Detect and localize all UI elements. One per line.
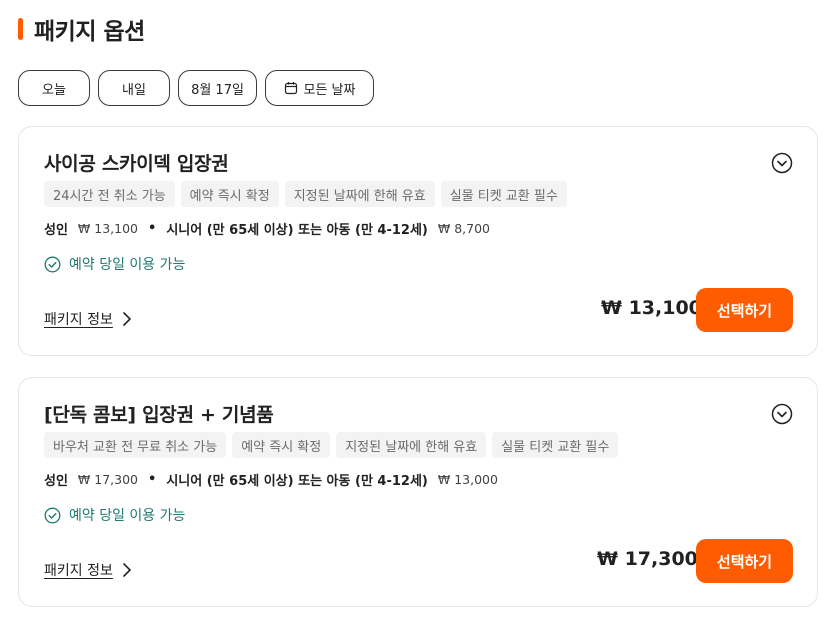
tag: 예약 즉시 확정: [232, 432, 331, 458]
adult-label: 성인: [44, 223, 68, 238]
check-circle-icon: [44, 256, 61, 272]
chevron-right-icon: [123, 563, 131, 577]
package-card: [단독 콤보] 입장권 + 기념품 바우처 교환 전 무료 취소 가능 예약 즉…: [18, 377, 818, 607]
select-button[interactable]: 선택하기: [696, 539, 793, 583]
tag: 24시간 전 취소 가능: [44, 181, 175, 207]
check-circle-icon: [44, 507, 61, 523]
package-tags: 바우처 교환 전 무료 취소 가능 예약 즉시 확정 지정된 날짜에 한해 유효…: [44, 432, 619, 458]
tag: 바우처 교환 전 무료 취소 가능: [44, 432, 227, 458]
chevron-down-icon[interactable]: [771, 152, 793, 174]
senior-label: 시니어 (만 65세 이상) 또는 아동 (만 4-12세): [166, 474, 428, 489]
same-day-availability: 예약 당일 이용 가능: [44, 505, 185, 525]
price-separator: •: [148, 221, 157, 236]
calendar-icon: [284, 81, 298, 95]
date-chip-today[interactable]: 오늘: [18, 70, 90, 106]
select-button[interactable]: 선택하기: [696, 288, 793, 332]
adult-label: 성인: [44, 474, 68, 489]
date-chip-label: 오늘: [42, 82, 66, 98]
package-info-label: 패키지 정보: [44, 563, 113, 579]
package-title: 사이공 스카이덱 입장권: [44, 153, 229, 175]
tag: 지정된 날짜에 한해 유효: [336, 432, 487, 458]
date-chip-label: 모든 날짜: [303, 82, 356, 98]
accent-bar: [18, 18, 23, 40]
section-header: 패키지 옵션: [18, 14, 145, 45]
same-day-text: 예약 당일 이용 가능: [69, 508, 186, 524]
chevron-down-icon[interactable]: [771, 403, 793, 425]
same-day-text: 예약 당일 이용 가능: [69, 257, 186, 273]
date-chip-label: 8월 17일: [191, 82, 244, 98]
senior-price: ₩ 8,700: [437, 221, 490, 236]
chevron-right-icon: [123, 312, 131, 326]
total-price: ₩ 13,100: [601, 297, 702, 319]
tag: 지정된 날짜에 한해 유효: [284, 181, 435, 207]
adult-price: ₩ 13,100: [77, 221, 138, 236]
date-chip-label: 내일: [122, 82, 146, 98]
date-chip-all-dates[interactable]: 모든 날짜: [265, 70, 374, 106]
price-breakdown: 성인 ₩ 13,100 • 시니어 (만 65세 이상) 또는 아동 (만 4-…: [44, 219, 490, 238]
package-info-label: 패키지 정보: [44, 312, 113, 328]
package-info-link[interactable]: 패키지 정보: [44, 309, 133, 329]
senior-label: 시니어 (만 65세 이상) 또는 아동 (만 4-12세): [166, 223, 428, 238]
package-title: [단독 콤보] 입장권 + 기념품: [44, 404, 274, 426]
total-price: ₩ 17,300: [597, 548, 698, 570]
senior-price: ₩ 13,000: [437, 472, 498, 487]
adult-price: ₩ 17,300: [77, 472, 138, 487]
tag: 실물 티켓 교환 필수: [492, 432, 619, 458]
tag: 실물 티켓 교환 필수: [440, 181, 567, 207]
tag: 예약 즉시 확정: [180, 181, 279, 207]
page-title: 패키지 옵션: [34, 19, 145, 45]
package-tags: 24시간 전 취소 가능 예약 즉시 확정 지정된 날짜에 한해 유효 실물 티…: [44, 181, 567, 207]
price-breakdown: 성인 ₩ 17,300 • 시니어 (만 65세 이상) 또는 아동 (만 4-…: [44, 470, 498, 489]
date-chip-aug17[interactable]: 8월 17일: [178, 70, 257, 106]
date-filter-row: 오늘 내일 8월 17일 모든 날짜: [18, 70, 374, 106]
price-separator: •: [148, 472, 157, 487]
same-day-availability: 예약 당일 이용 가능: [44, 254, 185, 274]
package-info-link[interactable]: 패키지 정보: [44, 560, 133, 580]
date-chip-tomorrow[interactable]: 내일: [98, 70, 170, 106]
package-card: 사이공 스카이덱 입장권 24시간 전 취소 가능 예약 즉시 확정 지정된 날…: [18, 126, 818, 356]
